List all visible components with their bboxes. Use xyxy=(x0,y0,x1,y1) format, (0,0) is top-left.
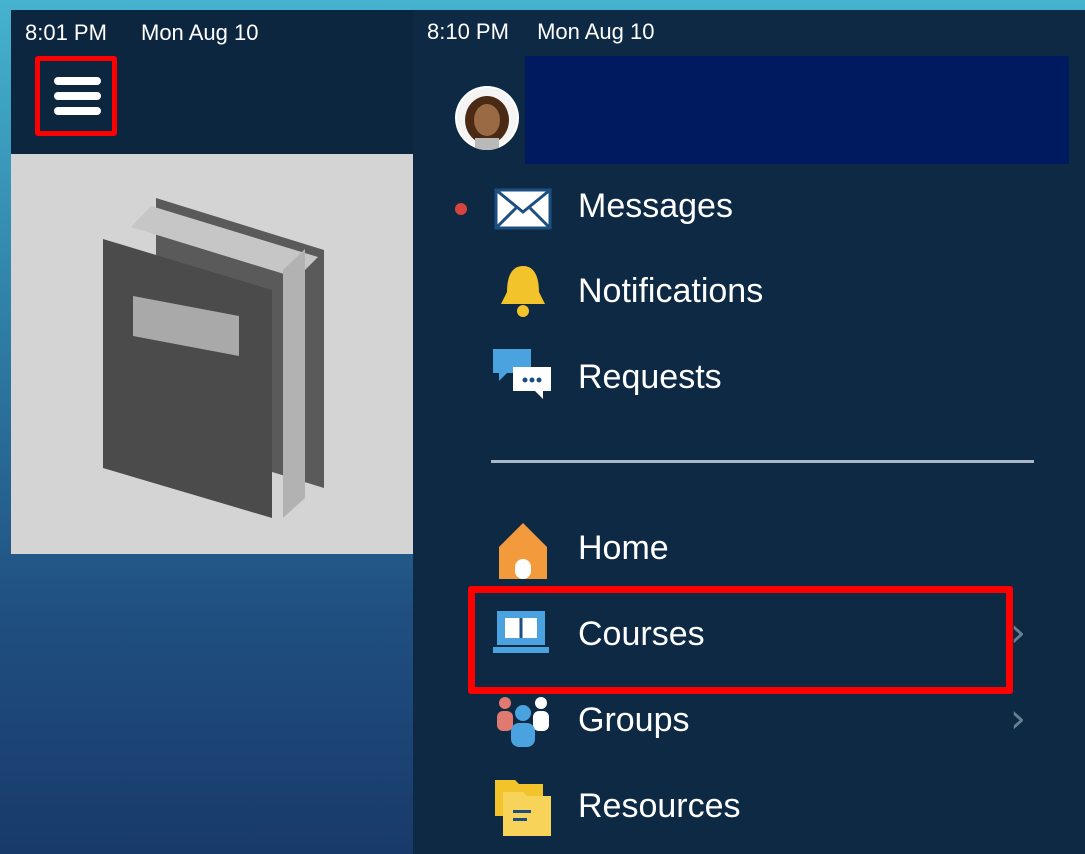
chat-bubbles-icon xyxy=(491,345,555,409)
status-date: Mon Aug 10 xyxy=(537,19,655,44)
home-icon xyxy=(491,517,555,581)
course-content-area xyxy=(11,154,413,554)
status-date: Mon Aug 10 xyxy=(141,20,259,45)
courses-highlight-box xyxy=(468,586,1013,694)
chevron-right-icon[interactable]: › xyxy=(1010,696,1026,742)
unread-indicator xyxy=(455,203,467,215)
avatar-photo xyxy=(457,88,517,150)
menu-item-notifications[interactable]: Notifications xyxy=(578,269,763,313)
menu-item-messages[interactable]: Messages xyxy=(578,184,733,228)
menu-divider xyxy=(491,460,1034,463)
menu-item-requests[interactable]: Requests xyxy=(578,355,722,399)
people-group-icon xyxy=(491,689,555,753)
menu-item-groups[interactable]: Groups xyxy=(578,698,690,742)
folders-icon xyxy=(491,774,555,838)
status-bar-left: 8:01 PM Mon Aug 10 xyxy=(11,10,413,54)
bell-icon xyxy=(491,260,555,324)
user-name-redacted xyxy=(525,56,1069,164)
status-bar-right: 8:10 PM Mon Aug 10 xyxy=(427,19,655,45)
envelope-icon xyxy=(491,178,555,242)
hamburger-menu-button[interactable] xyxy=(35,56,117,136)
status-time: 8:01 PM xyxy=(25,20,107,45)
menu-item-home[interactable]: Home xyxy=(578,526,669,570)
book-icon xyxy=(103,198,324,518)
status-time: 8:10 PM xyxy=(427,19,509,44)
menu-item-resources[interactable]: Resources xyxy=(578,784,741,828)
avatar[interactable] xyxy=(455,86,519,150)
